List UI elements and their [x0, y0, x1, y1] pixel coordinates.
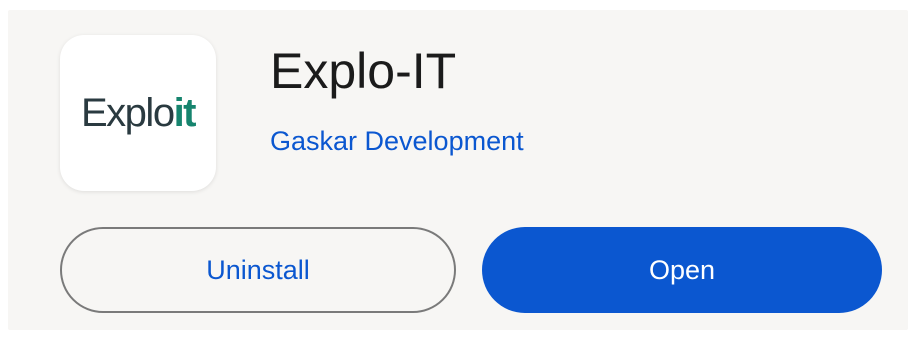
logo-text-accent: it	[173, 91, 197, 135]
developer-link[interactable]: Gaskar Development	[270, 128, 524, 155]
uninstall-button[interactable]: Uninstall	[60, 227, 456, 313]
open-button[interactable]: Open	[482, 227, 882, 313]
exploit-logo: Explo it	[81, 91, 197, 135]
uninstall-button-label: Uninstall	[206, 254, 310, 285]
logo-text-main: Explo	[81, 91, 175, 135]
open-button-label: Open	[648, 254, 716, 285]
app-title: Explo-IT	[270, 43, 457, 99]
app-details-card: Explo it Explo-IT Gaskar Development Unin…	[8, 10, 908, 330]
app-icon: Explo it	[60, 35, 216, 191]
